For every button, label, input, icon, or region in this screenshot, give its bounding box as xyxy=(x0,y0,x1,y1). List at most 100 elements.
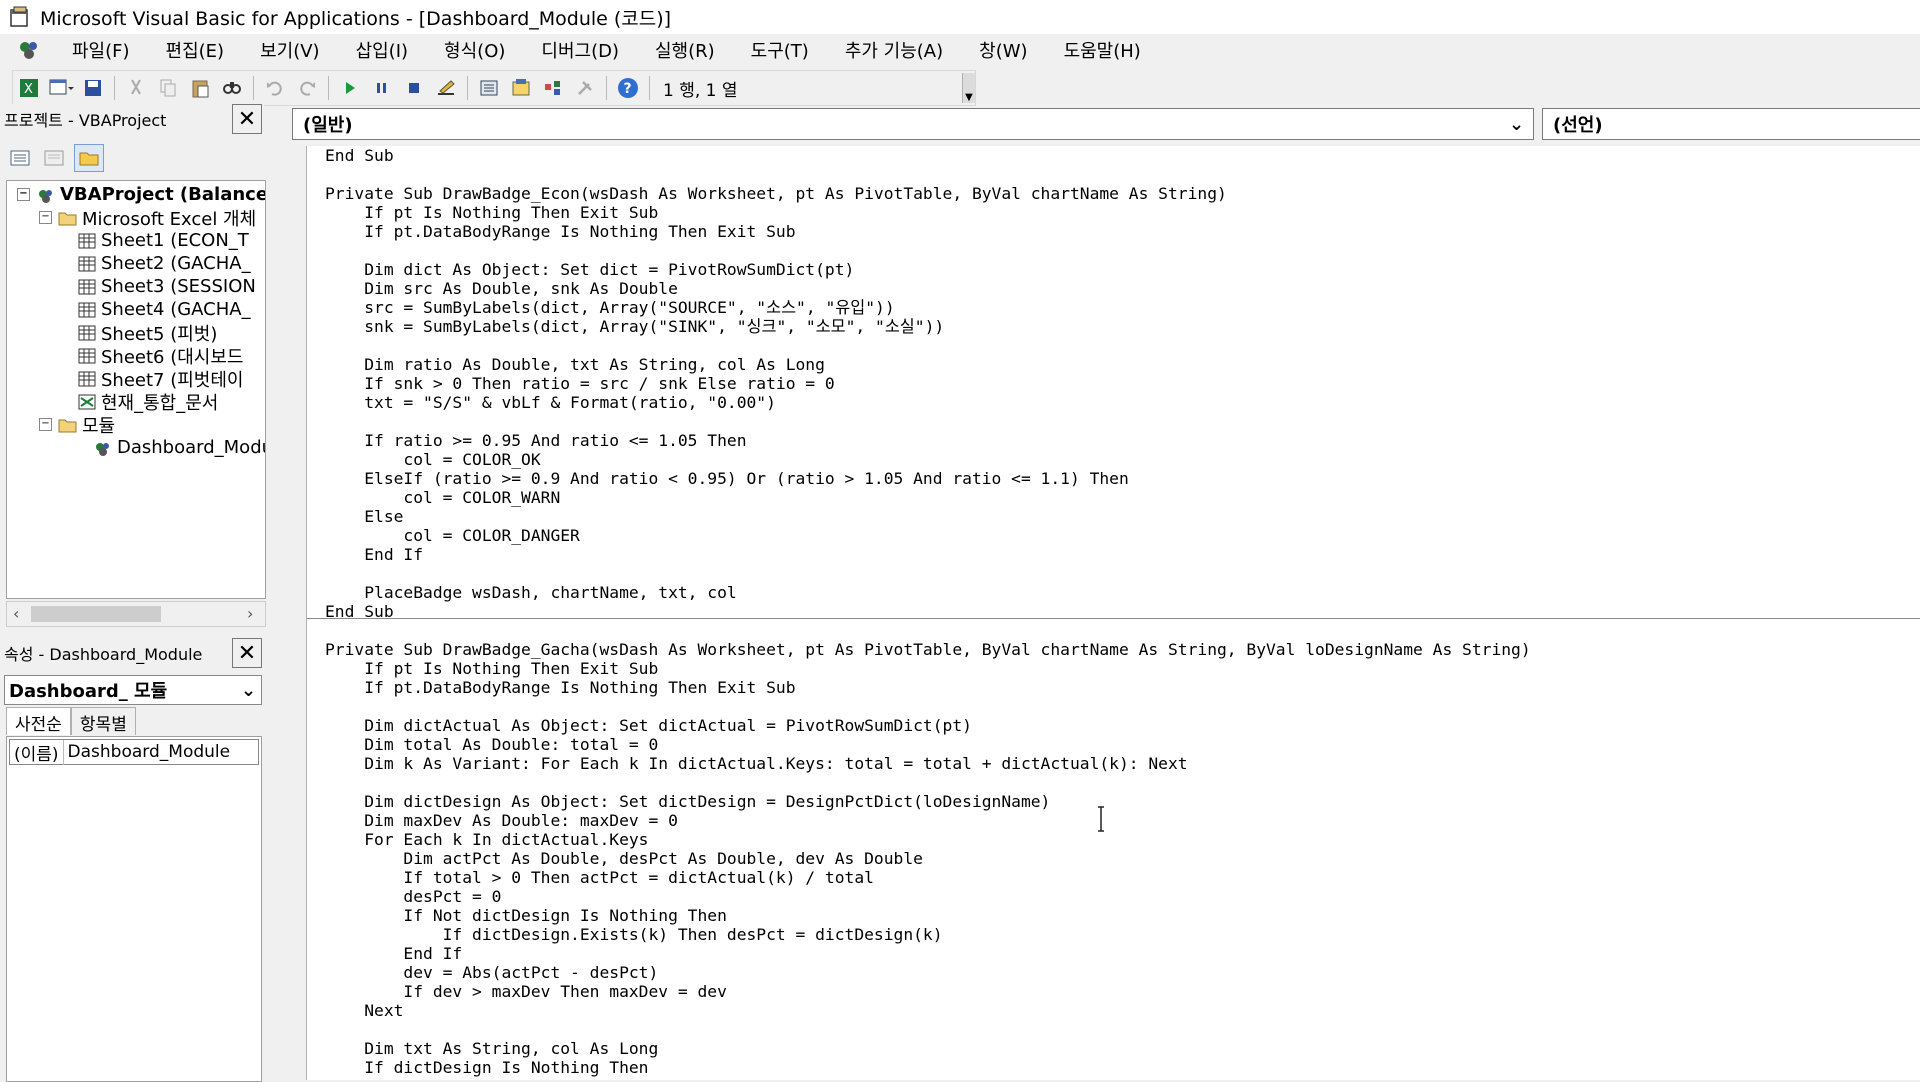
code-line[interactable]: End If xyxy=(325,944,1531,963)
find-icon[interactable] xyxy=(219,75,245,101)
code-line[interactable]: If ratio >= 0.95 And ratio <= 1.05 Then xyxy=(325,431,1531,450)
code-line[interactable]: Dim dictDesign As Object: Set dictDesign… xyxy=(325,792,1531,811)
scroll-right-icon[interactable]: › xyxy=(247,604,253,623)
reset-icon[interactable] xyxy=(401,75,427,101)
code-line[interactable]: col = COLOR_WARN xyxy=(325,488,1531,507)
cut-icon[interactable] xyxy=(123,75,149,101)
tree-node-modules[interactable]: − 모듈 xyxy=(39,413,115,437)
scroll-left-icon[interactable]: ‹ xyxy=(13,604,19,623)
code-line[interactable]: If dictDesign Is Nothing Then xyxy=(325,1058,1531,1077)
tree-node-sheet2[interactable]: Sheet2 (GACHA_ xyxy=(77,252,251,275)
code-line[interactable] xyxy=(325,564,1531,583)
code-editor[interactable]: End Sub Private Sub DrawBadge_Econ(wsDash… xyxy=(276,146,1920,1080)
code-line[interactable]: Dim src As Double, snk As Double xyxy=(325,279,1531,298)
menu-run[interactable]: 실행(R) xyxy=(651,35,719,65)
help-icon[interactable]: ? xyxy=(615,75,641,101)
code-line[interactable]: Dim dictActual As Object: Set dictActual… xyxy=(325,716,1531,735)
properties-pane-close-button[interactable]: ✕ xyxy=(232,638,262,668)
redo-icon[interactable] xyxy=(294,75,320,101)
code-line[interactable]: Dim ratio As Double, txt As String, col … xyxy=(325,355,1531,374)
menu-format[interactable]: 형식(O) xyxy=(440,35,509,65)
code-line[interactable]: If pt.DataBodyRange Is Nothing Then Exit… xyxy=(325,678,1531,697)
code-line[interactable] xyxy=(325,412,1531,431)
code-line[interactable]: If dictDesign.Exists(k) Then desPct = di… xyxy=(325,925,1531,944)
menu-window[interactable]: 창(W) xyxy=(975,35,1031,65)
code-text[interactable]: End Sub Private Sub DrawBadge_Econ(wsDash… xyxy=(325,146,1531,1077)
collapse-icon[interactable]: − xyxy=(39,418,52,431)
undo-icon[interactable] xyxy=(262,75,288,101)
project-pane-close-button[interactable]: ✕ xyxy=(232,104,262,134)
code-line[interactable]: ElseIf (ratio >= 0.9 And ratio < 0.95) O… xyxy=(325,469,1531,488)
property-row[interactable]: (이름) Dashboard_Module xyxy=(9,739,259,765)
code-line[interactable]: txt = "S/S" & vbLf & Format(ratio, "0.00… xyxy=(325,393,1531,412)
project-explorer-icon[interactable] xyxy=(476,75,502,101)
code-line[interactable]: If pt Is Nothing Then Exit Sub xyxy=(325,659,1531,678)
tree-node-sheet1[interactable]: Sheet1 (ECON_T xyxy=(77,229,249,252)
code-line[interactable]: Private Sub DrawBadge_Gacha(wsDash As Wo… xyxy=(325,640,1531,659)
paste-icon[interactable] xyxy=(187,75,213,101)
code-line[interactable]: If total > 0 Then actPct = dictActual(k)… xyxy=(325,868,1531,887)
code-line[interactable] xyxy=(325,241,1531,260)
menu-file[interactable]: 파일(F) xyxy=(68,35,134,65)
toggle-folders-icon[interactable] xyxy=(74,144,104,172)
design-mode-icon[interactable] xyxy=(433,75,459,101)
code-line[interactable] xyxy=(325,621,1531,640)
procedure-dropdown[interactable]: (선언) xyxy=(1542,108,1920,140)
code-line[interactable] xyxy=(325,336,1531,355)
code-line[interactable]: desPct = 0 xyxy=(325,887,1531,906)
tree-node-sheet5[interactable]: Sheet5 (피벗) xyxy=(77,321,217,345)
tab-alphabetic[interactable]: 사전순 xyxy=(6,707,71,735)
menu-tools[interactable]: 도구(T) xyxy=(747,35,813,65)
module-code-icon[interactable] xyxy=(14,36,44,64)
code-line[interactable]: End Sub xyxy=(325,146,1531,165)
object-browser-icon[interactable] xyxy=(540,75,566,101)
menu-insert[interactable]: 삽입(I) xyxy=(352,35,412,65)
view-code-icon[interactable] xyxy=(6,145,34,171)
scroll-thumb[interactable] xyxy=(31,606,161,622)
copy-icon[interactable] xyxy=(155,75,181,101)
tree-node-sheet4[interactable]: Sheet4 (GACHA_ xyxy=(77,298,251,321)
code-margin[interactable] xyxy=(276,146,307,1080)
menu-view[interactable]: 보기(V) xyxy=(256,35,323,65)
code-line[interactable]: Dim maxDev As Double: maxDev = 0 xyxy=(325,811,1531,830)
menu-debug[interactable]: 디버그(D) xyxy=(537,35,623,65)
code-line[interactable]: Dim total As Double: total = 0 xyxy=(325,735,1531,754)
code-line[interactable]: End Sub xyxy=(325,602,1531,621)
toolbox-icon[interactable] xyxy=(572,75,598,101)
tree-node-vbaproject[interactable]: − VBAProject (Balance xyxy=(17,183,265,206)
code-line[interactable]: dev = Abs(actPct - desPct) xyxy=(325,963,1531,982)
code-line[interactable]: PlaceBadge wsDash, chartName, txt, col xyxy=(325,583,1531,602)
tree-node-dashboard-module[interactable]: Dashboard_Modu xyxy=(93,436,265,459)
code-line[interactable] xyxy=(325,773,1531,792)
menu-help[interactable]: 도움말(H) xyxy=(1060,35,1145,65)
insert-userform-icon[interactable] xyxy=(48,75,74,101)
tree-node-sheet6[interactable]: Sheet6 (대시보드 xyxy=(77,344,243,368)
property-value[interactable]: Dashboard_Module xyxy=(64,742,231,762)
code-line[interactable]: If snk > 0 Then ratio = src / snk Else r… xyxy=(325,374,1531,393)
code-line[interactable]: Next xyxy=(325,1001,1531,1020)
collapse-icon[interactable]: − xyxy=(39,211,52,224)
toolbar-overflow-grip[interactable]: ▼ xyxy=(962,73,975,103)
properties-icon[interactable] xyxy=(508,75,534,101)
tree-node-sheet7[interactable]: Sheet7 (피벗테이 xyxy=(77,367,243,391)
object-dropdown[interactable]: (일반) ⌄ xyxy=(292,108,1534,140)
code-line[interactable]: src = SumByLabels(dict, Array("SOURCE", … xyxy=(325,298,1531,317)
code-line[interactable] xyxy=(325,697,1531,716)
menu-edit[interactable]: 편집(E) xyxy=(162,35,229,65)
break-icon[interactable] xyxy=(369,75,395,101)
code-line[interactable]: End If xyxy=(325,545,1531,564)
code-line[interactable] xyxy=(325,165,1531,184)
code-line[interactable]: If pt Is Nothing Then Exit Sub xyxy=(325,203,1531,222)
properties-object-dropdown[interactable]: Dashboard_ 모듈 ⌄ xyxy=(4,675,262,705)
code-line[interactable]: Private Sub DrawBadge_Econ(wsDash As Wor… xyxy=(325,184,1531,203)
code-line[interactable]: If dev > maxDev Then maxDev = dev xyxy=(325,982,1531,1001)
code-line[interactable]: col = COLOR_OK xyxy=(325,450,1531,469)
collapse-icon[interactable]: − xyxy=(17,188,30,201)
save-icon[interactable] xyxy=(80,75,106,101)
code-line[interactable]: If pt.DataBodyRange Is Nothing Then Exit… xyxy=(325,222,1531,241)
project-tree[interactable]: − VBAProject (Balance − Microsoft Excel … xyxy=(6,180,266,599)
run-icon[interactable] xyxy=(337,75,363,101)
code-line[interactable]: Dim dict As Object: Set dict = PivotRowS… xyxy=(325,260,1531,279)
code-line[interactable]: snk = SumByLabels(dict, Array("SINK", "싱… xyxy=(325,317,1531,336)
tab-categorized[interactable]: 항목별 xyxy=(70,707,136,735)
